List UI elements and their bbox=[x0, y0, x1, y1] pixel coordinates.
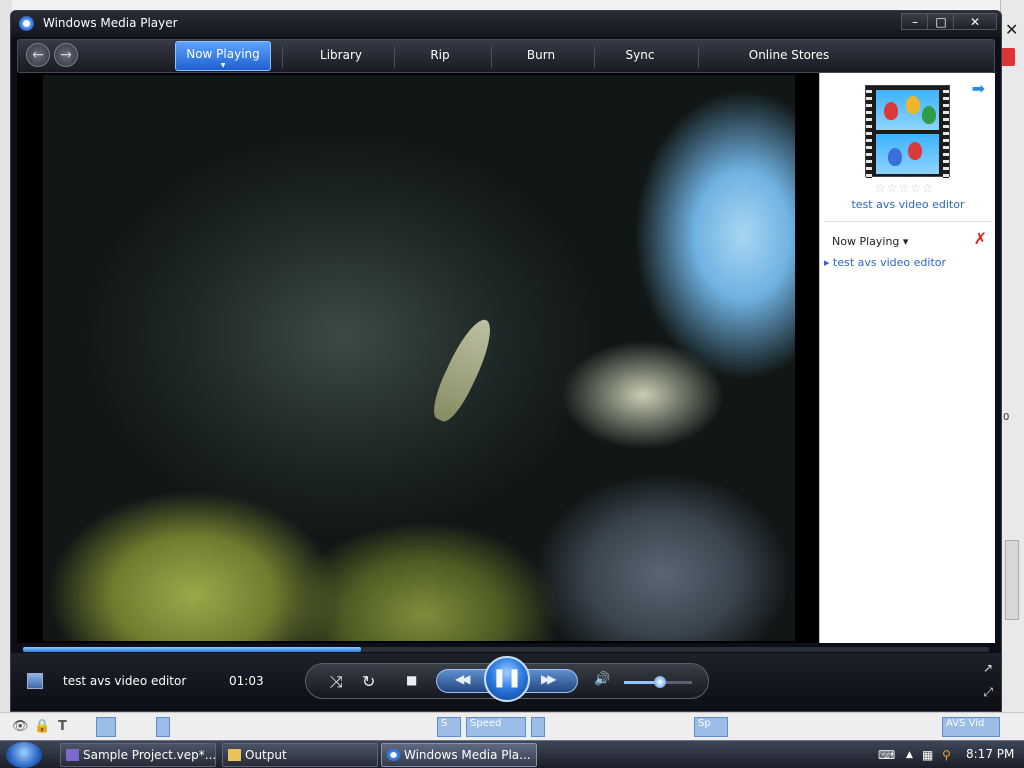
stop-button[interactable]: ■ bbox=[406, 673, 417, 687]
balloon-image bbox=[888, 148, 902, 166]
forward-button[interactable]: → bbox=[54, 43, 78, 67]
list-pane: ➡ ☆☆☆☆☆ test avs video editor Now Playin… bbox=[819, 73, 995, 643]
tab-now-playing-label: Now Playing bbox=[186, 47, 260, 61]
timeline-clip[interactable] bbox=[96, 717, 116, 737]
album-art[interactable] bbox=[865, 85, 950, 178]
tab-library[interactable]: Library bbox=[288, 40, 394, 73]
close-button[interactable]: ✕ bbox=[953, 13, 997, 30]
media-title-link[interactable]: test avs video editor bbox=[820, 198, 996, 211]
balloon-image bbox=[922, 106, 936, 124]
balloon-image bbox=[906, 96, 920, 114]
background-close-button[interactable]: ✕ bbox=[1005, 20, 1018, 39]
balloon-image bbox=[908, 142, 922, 160]
playlist-item[interactable]: ▸ test avs video editor bbox=[824, 256, 946, 269]
shuffle-icon[interactable]: ⤨ bbox=[330, 672, 343, 692]
minimize-button[interactable]: – bbox=[901, 13, 929, 30]
album-art-frame bbox=[876, 90, 939, 130]
taskbar-item-label: Sample Project.vep*... bbox=[83, 748, 216, 762]
video-fish bbox=[426, 313, 500, 427]
taskbar: Sample Project.vep*... Output Windows Me… bbox=[0, 740, 1024, 768]
background-window-right-edge: ✕ 0 bbox=[1000, 0, 1024, 740]
album-art-frame bbox=[876, 134, 939, 174]
pause-button[interactable]: ❚❚ bbox=[484, 656, 530, 702]
text-icon[interactable]: T bbox=[58, 719, 67, 734]
timeline-clip[interactable] bbox=[531, 717, 545, 737]
mouse-cursor-icon bbox=[565, 639, 583, 641]
background-timeline-strip: 👁 🔒 T S Speed Sp AVS Vid bbox=[0, 712, 1024, 740]
balloon-image bbox=[884, 102, 898, 120]
eye-icon[interactable]: 👁 bbox=[12, 719, 29, 734]
timeline-clip[interactable] bbox=[156, 717, 170, 737]
network-icon[interactable]: ▦ bbox=[922, 748, 933, 762]
media-player-icon bbox=[387, 749, 400, 761]
media-player-icon bbox=[19, 16, 34, 31]
arrow-right-icon[interactable]: ➡ bbox=[972, 79, 985, 98]
seek-progress bbox=[23, 647, 362, 652]
playlist-dropdown[interactable]: Now Playing ▾ bbox=[832, 235, 908, 248]
repeat-icon[interactable]: ↻ bbox=[362, 672, 375, 691]
video-frame[interactable] bbox=[43, 75, 795, 641]
volume-knob[interactable] bbox=[654, 676, 666, 688]
maximize-button[interactable]: □ bbox=[927, 13, 955, 30]
media-player-window: Windows Media Player – □ ✕ ← → Now Playi… bbox=[10, 10, 1002, 712]
tab-divider bbox=[282, 46, 283, 68]
taskbar-clock[interactable]: 8:17 PM bbox=[966, 747, 1014, 761]
film-strip-left bbox=[866, 86, 872, 178]
timeline-clip-sp[interactable]: Sp bbox=[694, 717, 728, 737]
tab-online-stores[interactable]: Online Stores bbox=[698, 40, 880, 73]
background-red-icon bbox=[1001, 48, 1015, 66]
seek-bar[interactable] bbox=[23, 647, 989, 652]
taskbar-item-output[interactable]: Output bbox=[222, 743, 378, 767]
taskbar-item-media-player[interactable]: Windows Media Pla... bbox=[381, 743, 537, 767]
pane-divider bbox=[824, 221, 992, 222]
video-area[interactable] bbox=[17, 73, 819, 643]
taskbar-item-label: Output bbox=[245, 748, 287, 762]
title-bar[interactable]: Windows Media Player – □ ✕ bbox=[11, 11, 1001, 37]
navigation-bar: ← → Now Playing ▼ Library Rip Burn Sync … bbox=[17, 39, 995, 73]
background-side-label: 0 bbox=[1003, 412, 1010, 423]
background-scrollbar[interactable] bbox=[1005, 540, 1019, 620]
tab-rip[interactable]: Rip bbox=[394, 40, 486, 73]
back-button[interactable]: ← bbox=[26, 43, 50, 67]
switch-to-compact-icon[interactable]: ↗ bbox=[983, 661, 993, 675]
taskbar-item-label: Windows Media Pla... bbox=[404, 748, 531, 762]
film-strip-right bbox=[943, 86, 949, 178]
transport-controls: ⤨ ↻ ■ ◀◀ ▶▶ ❚❚ 🔊 bbox=[305, 656, 709, 702]
chevron-up-icon[interactable]: ▲ bbox=[906, 750, 913, 760]
window-title: Windows Media Player bbox=[43, 16, 178, 30]
chevron-down-icon[interactable]: ▼ bbox=[221, 63, 226, 69]
rewind-button[interactable]: ◀◀ bbox=[455, 672, 471, 686]
playback-controls: test avs video editor 01:03 ⤨ ↻ ■ ◀◀ ▶▶ … bbox=[11, 653, 1001, 711]
taskbar-item-sample-project[interactable]: Sample Project.vep*... bbox=[60, 743, 216, 767]
video-editor-icon bbox=[66, 749, 79, 761]
chevron-down-icon: ▾ bbox=[902, 235, 909, 248]
now-playing-title: test avs video editor bbox=[63, 674, 187, 688]
fullscreen-icon[interactable]: ⤢ bbox=[983, 685, 993, 700]
elapsed-time[interactable]: 01:03 bbox=[229, 674, 264, 688]
lock-icon[interactable]: 🔒 bbox=[34, 719, 50, 734]
tab-sync[interactable]: Sync bbox=[594, 40, 686, 73]
playlist-label: Now Playing bbox=[832, 235, 900, 248]
clear-list-icon[interactable]: ✗ bbox=[974, 229, 987, 248]
search-icon[interactable]: ⚲ bbox=[942, 748, 951, 762]
folder-icon bbox=[228, 749, 241, 761]
rating-stars[interactable]: ☆☆☆☆☆ bbox=[875, 181, 934, 195]
tab-burn[interactable]: Burn bbox=[491, 40, 591, 73]
fast-forward-button[interactable]: ▶▶ bbox=[541, 672, 557, 686]
volume-icon[interactable]: 🔊 bbox=[594, 672, 610, 687]
timeline-clip-avs[interactable]: AVS Vid bbox=[942, 717, 1000, 737]
timeline-clip-s[interactable]: S bbox=[437, 717, 461, 737]
start-button[interactable] bbox=[6, 742, 42, 768]
volume-level bbox=[624, 681, 658, 684]
keyboard-icon[interactable]: ⌨ bbox=[878, 748, 895, 762]
timeline-clip-speed[interactable]: Speed bbox=[466, 717, 526, 737]
desktop: ✕ 0 👁 🔒 T S Speed Sp AVS Vid Windows Med… bbox=[0, 0, 1024, 768]
tab-now-playing[interactable]: Now Playing ▼ bbox=[175, 41, 271, 71]
media-info-icon[interactable] bbox=[27, 673, 43, 689]
